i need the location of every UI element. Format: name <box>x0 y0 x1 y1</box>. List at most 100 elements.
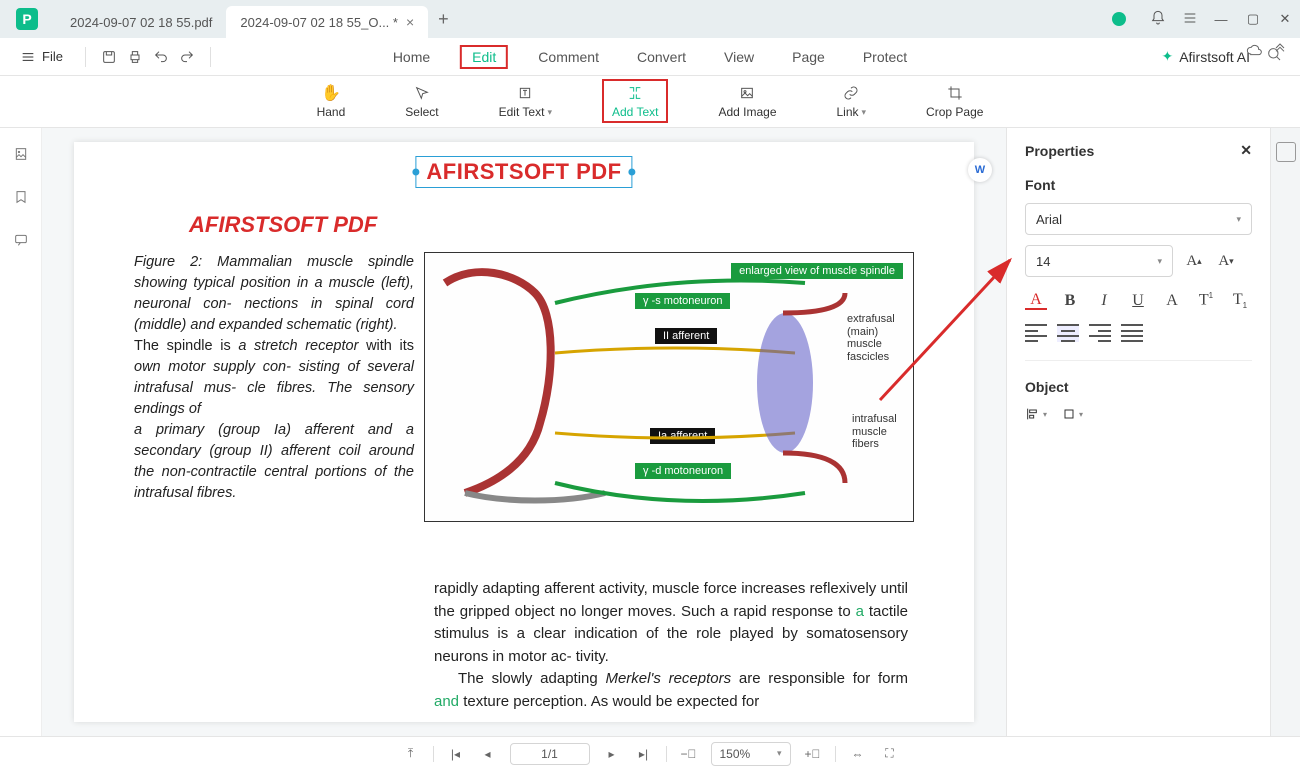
object-section-label: Object <box>1025 379 1252 395</box>
right-rail <box>1270 128 1300 736</box>
cloud-icon[interactable] <box>1246 42 1262 63</box>
collapse-icon[interactable] <box>1272 42 1288 63</box>
crop-icon <box>947 83 963 103</box>
close-icon[interactable]: × <box>406 14 414 30</box>
hamburger-icon <box>20 49 36 65</box>
tab-view[interactable]: View <box>716 45 762 69</box>
ribbon-label: Hand <box>317 105 346 119</box>
main-menu-tabs: Home Edit Comment Convert View Page Prot… <box>385 45 915 69</box>
underline-button[interactable]: U <box>1127 292 1149 310</box>
ribbon-label: Add Image <box>718 105 776 119</box>
panels-toggle-icon[interactable] <box>1276 142 1296 162</box>
align-justify-button[interactable] <box>1121 324 1143 342</box>
align-center-button[interactable] <box>1057 324 1079 342</box>
bookmark-icon[interactable] <box>13 189 29 210</box>
tab-label: 2024-09-07 02 18 55.pdf <box>70 15 212 30</box>
font-family-select[interactable]: Arial ▾ <box>1025 203 1252 235</box>
menu-icon[interactable] <box>1182 10 1196 29</box>
next-icon[interactable]: ▸ <box>602 747 622 761</box>
maximize-icon[interactable]: ▢ <box>1246 11 1260 27</box>
tab-home[interactable]: Home <box>385 45 438 69</box>
ribbon-label: Edit Text▾ <box>499 105 552 119</box>
first-page-icon[interactable]: ⤒ <box>401 746 421 761</box>
print-icon[interactable] <box>126 48 144 66</box>
align-left-button[interactable] <box>1025 324 1047 342</box>
added-text-selection[interactable]: AFIRSTSOFT PDF <box>415 156 632 188</box>
tab-page[interactable]: Page <box>784 45 833 69</box>
tab-label: 2024-09-07 02 18 55_O... * <box>240 15 398 30</box>
italic-button[interactable]: I <box>1093 292 1115 310</box>
font-style-row: A B I U A T1 T1 <box>1025 291 1252 310</box>
ribbon-select[interactable]: Select <box>395 79 448 123</box>
ribbon-add-text[interactable]: Add Text <box>602 79 668 123</box>
pdf-page: W AFIRSTSOFT PDF AFIRSTSOFT PDF Figure 2… <box>74 142 974 722</box>
title-bar: P 2024-09-07 02 18 55.pdf 2024-09-07 02 … <box>0 0 1300 38</box>
first-icon[interactable]: |◂ <box>446 747 466 761</box>
status-dot <box>1112 12 1126 26</box>
ribbon-crop-page[interactable]: Crop Page <box>916 79 993 123</box>
increase-font-icon[interactable]: A▴ <box>1183 250 1205 272</box>
divider <box>85 47 86 67</box>
zoom-select[interactable]: 150%▾ <box>711 742 791 766</box>
subscript-button[interactable]: T1 <box>1229 291 1251 310</box>
decrease-font-icon[interactable]: A▾ <box>1215 250 1237 272</box>
canvas-area[interactable]: W AFIRSTSOFT PDF AFIRSTSOFT PDF Figure 2… <box>42 128 1006 736</box>
ribbon-label: Add Text <box>612 105 658 119</box>
ribbon-edit-text[interactable]: Edit Text▾ <box>489 79 562 123</box>
thumbnails-icon[interactable] <box>13 146 29 167</box>
allcaps-button[interactable]: A <box>1161 292 1183 310</box>
ribbon-hand[interactable]: ✋ Hand <box>307 79 356 123</box>
ribbon-label: Select <box>405 105 438 119</box>
redo-icon[interactable] <box>178 48 196 66</box>
tab-edit[interactable]: Edit <box>460 45 508 69</box>
ai-brand-button[interactable]: ✦ Afirstsoft AI <box>1161 48 1250 65</box>
add-text-icon <box>627 83 643 103</box>
tab-convert[interactable]: Convert <box>629 45 694 69</box>
last-icon[interactable]: ▸| <box>634 747 654 761</box>
chevron-down-icon: ▾ <box>1236 214 1241 225</box>
tab-comment[interactable]: Comment <box>530 45 607 69</box>
page-indicator[interactable]: 1/1 <box>510 743 590 765</box>
object-row: ▾ ▾ <box>1025 405 1252 423</box>
minimize-icon[interactable]: — <box>1214 12 1228 27</box>
font-family-value: Arial <box>1036 212 1062 227</box>
superscript-button[interactable]: T1 <box>1195 291 1217 309</box>
figure-caption: Figure 2: Mammalian muscle spindle showi… <box>134 252 414 522</box>
left-rail <box>0 128 42 736</box>
close-panel-icon[interactable]: ✕ <box>1240 142 1252 159</box>
tab-active[interactable]: 2024-09-07 02 18 55_O... * × <box>226 6 428 38</box>
add-tab-button[interactable]: + <box>438 9 449 30</box>
ribbon-add-image[interactable]: Add Image <box>708 79 786 123</box>
close-window-icon[interactable]: ✕ <box>1278 11 1292 27</box>
comment-icon[interactable] <box>13 232 29 253</box>
fit-width-icon[interactable]: ⇔ <box>848 747 868 761</box>
alignment-row <box>1025 324 1252 342</box>
properties-title: Properties <box>1025 143 1094 159</box>
zoom-in-icon[interactable]: +⃝ <box>803 747 823 761</box>
word-export-icon[interactable]: W <box>968 158 992 182</box>
cursor-icon <box>414 83 430 103</box>
added-text: AFIRSTSOFT PDF <box>426 159 621 184</box>
align-objects-button[interactable]: ▾ <box>1025 405 1047 423</box>
ribbon-link[interactable]: Link▾ <box>827 79 877 123</box>
page-heading: AFIRSTSOFT PDF <box>189 212 914 238</box>
font-size-select[interactable]: 14 ▾ <box>1025 245 1173 277</box>
file-menu-button[interactable]: File <box>12 45 71 69</box>
tab-inactive[interactable]: 2024-09-07 02 18 55.pdf <box>56 6 226 38</box>
prev-icon[interactable]: ◂ <box>478 747 498 761</box>
status-bar: ⤒ |◂ ◂ 1/1 ▸ ▸| −⃝ 150%▾ +⃝ ⇔ ⛶ <box>0 736 1300 770</box>
cloud-controls <box>1246 42 1288 63</box>
bell-icon[interactable] <box>1150 10 1164 29</box>
link-icon <box>843 83 859 103</box>
undo-icon[interactable] <box>152 48 170 66</box>
fullscreen-icon[interactable]: ⛶ <box>880 746 900 761</box>
bold-button[interactable]: B <box>1059 292 1081 310</box>
properties-panel: Properties ✕ Font Arial ▾ 14 ▾ A▴ A▾ A B… <box>1006 128 1270 736</box>
save-icon[interactable] <box>100 48 118 66</box>
zoom-out-icon[interactable]: −⃝ <box>679 747 699 761</box>
distribute-objects-button[interactable]: ▾ <box>1061 405 1083 423</box>
align-right-button[interactable] <box>1089 324 1111 342</box>
font-color-button[interactable]: A <box>1025 292 1047 310</box>
tab-protect[interactable]: Protect <box>855 45 915 69</box>
chevron-down-icon: ▾ <box>1157 256 1162 267</box>
